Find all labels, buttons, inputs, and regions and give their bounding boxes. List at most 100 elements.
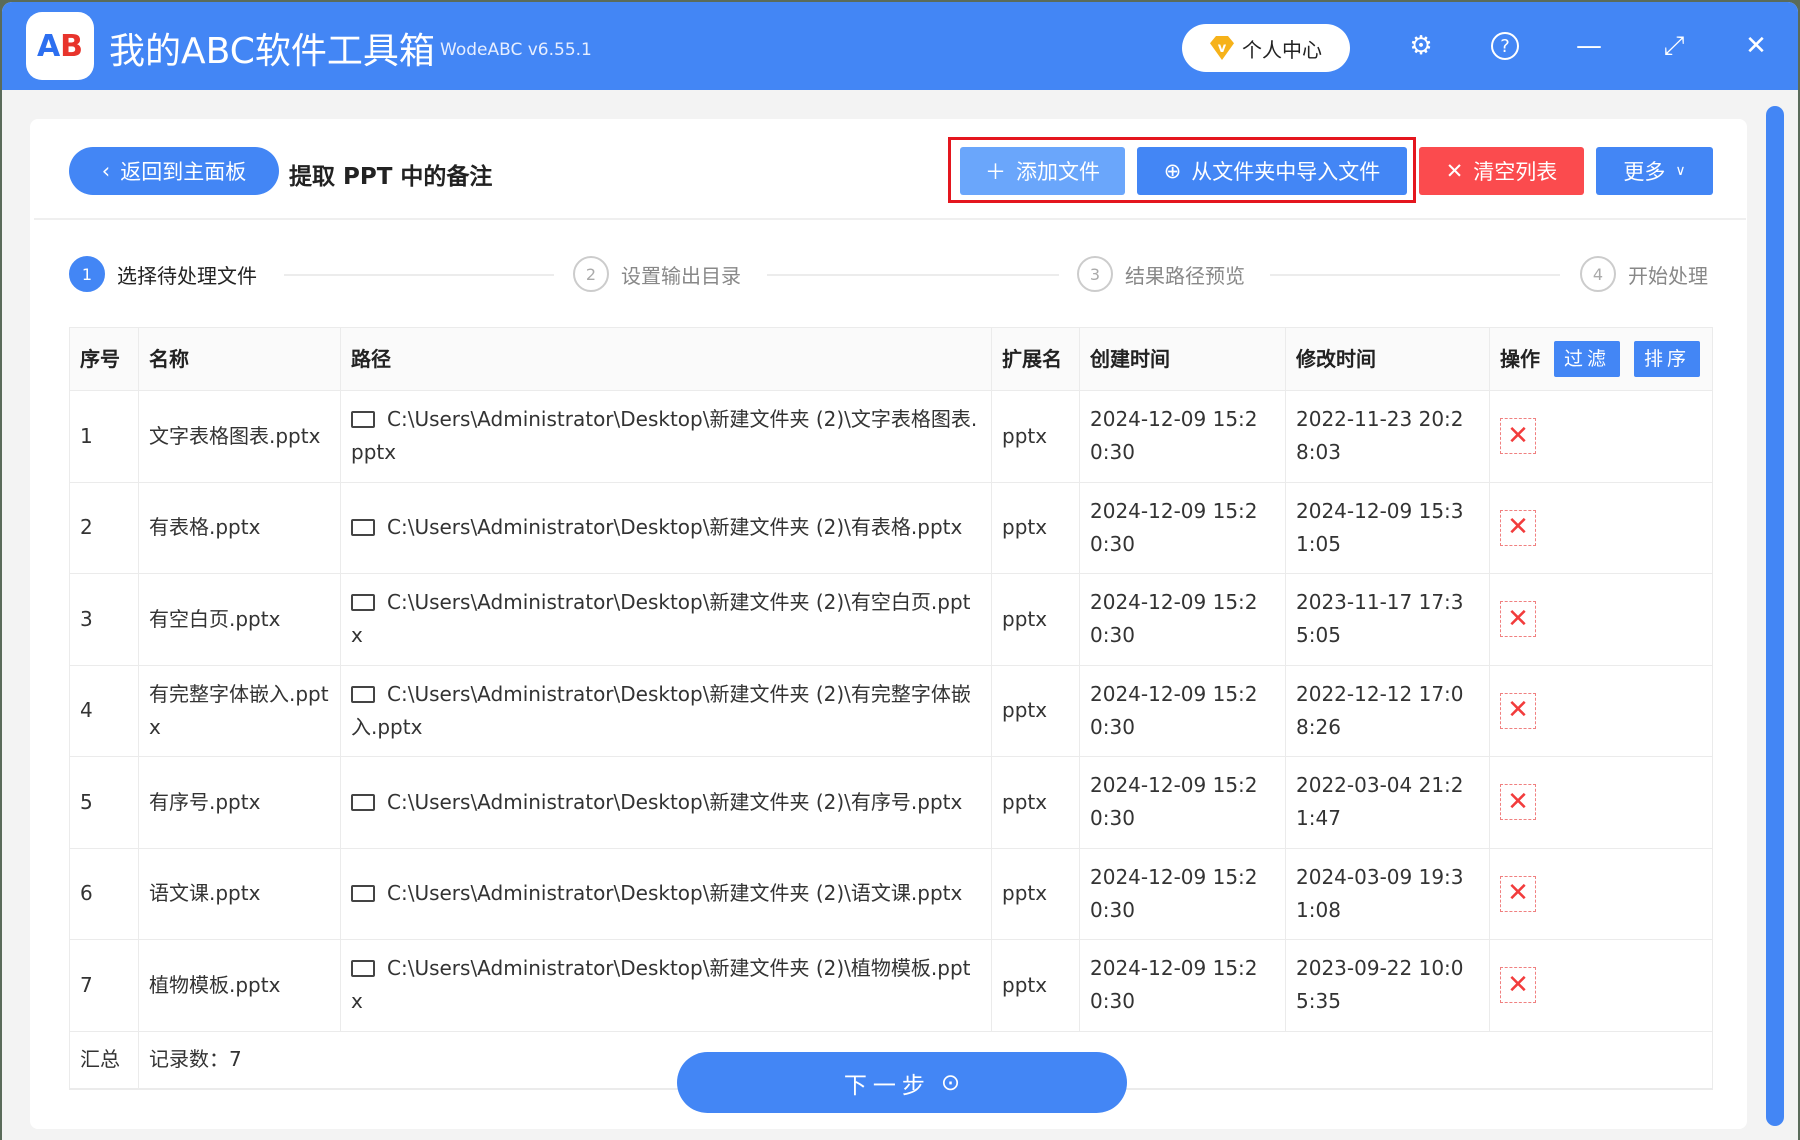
folder-icon[interactable] xyxy=(351,793,375,811)
cell-path-value: C:\Users\Administrator\Desktop\新建文件夹 (2)… xyxy=(387,515,963,540)
arrow-right-circle-icon: ⊙ xyxy=(940,1069,961,1096)
cell-name-text: 有完整字体嵌入.pptx xyxy=(149,678,330,744)
cell-modified-value: 2023-11-17 17:35:05 xyxy=(1296,590,1464,648)
cell-path: C:\Users\Administrator\Desktop\新建文件夹 (2)… xyxy=(341,757,992,848)
cell-modified: 2022-03-04 21:21:47 xyxy=(1286,757,1490,848)
app-logo: AB xyxy=(26,12,94,80)
clear-list-button[interactable]: ✕ 清空列表 xyxy=(1419,147,1584,195)
settings-gear-icon[interactable]: ⚙ xyxy=(1403,28,1439,64)
next-step-button[interactable]: 下一步 ⊙ xyxy=(677,1052,1127,1113)
minimize-icon[interactable]: — xyxy=(1571,28,1607,64)
cell-created-value: 2024-12-09 15:20:30 xyxy=(1090,590,1258,648)
more-dropdown-button[interactable]: 更多 ∨ xyxy=(1596,147,1713,195)
cell-created: 2024-12-09 15:20:30 xyxy=(1080,574,1286,665)
import-folder-button[interactable]: ⊕ 从文件夹中导入文件 xyxy=(1137,147,1407,195)
add-file-button[interactable]: ＋ 添加文件 xyxy=(960,147,1125,195)
cell-actions: ✕ xyxy=(1490,666,1712,757)
delete-row-icon[interactable]: ✕ xyxy=(1500,692,1536,729)
back-to-main-button[interactable]: ‹ 返回到主面板 xyxy=(69,147,279,195)
cell-ext-text: pptx xyxy=(1002,969,1047,1002)
app-window: AB 我的ABC软件工具箱 WodeABC v6.55.1 v 个人中心 ⚙ ? … xyxy=(2,2,1798,1140)
cell-index: 6 xyxy=(70,848,139,939)
folder-icon[interactable] xyxy=(351,411,375,429)
cell-index: 1 xyxy=(70,391,139,482)
cell-index-text: 7 xyxy=(80,969,93,1002)
cell-ext-value: pptx xyxy=(1002,698,1048,723)
cell-path-value: C:\Users\Administrator\Desktop\新建文件夹 (2)… xyxy=(351,407,978,465)
cell-path-text: C:\Users\Administrator\Desktop\新建文件夹 (2)… xyxy=(351,786,962,819)
cell-path-text: C:\Users\Administrator\Desktop\新建文件夹 (2)… xyxy=(351,403,981,469)
cell-name: 有表格.pptx xyxy=(139,482,341,573)
delete-row-icon[interactable]: ✕ xyxy=(1500,784,1536,821)
col-header-ext: 扩展名 xyxy=(992,328,1080,390)
cell-ext: pptx xyxy=(992,940,1080,1031)
cell-ext-text: pptx xyxy=(1002,877,1047,910)
cell-path-text: C:\Users\Administrator\Desktop\新建文件夹 (2)… xyxy=(351,586,981,652)
step-label: 选择待处理文件 xyxy=(117,263,257,288)
cell-actions: ✕ xyxy=(1490,940,1712,1031)
close-icon[interactable]: ✕ xyxy=(1738,28,1774,64)
cell-index-text: 6 xyxy=(80,877,93,910)
cell-ext-text: pptx xyxy=(1002,420,1047,453)
cell-modified-value: 2022-03-04 21:21:47 xyxy=(1296,773,1464,831)
folder-icon[interactable] xyxy=(351,519,375,537)
delete-row-icon[interactable]: ✕ xyxy=(1500,601,1536,638)
cell-created-text: 2024-12-09 15:20:30 xyxy=(1090,495,1275,561)
step-connector xyxy=(1270,274,1560,276)
cell-modified: 2024-03-09 19:31:08 xyxy=(1286,848,1490,939)
cell-modified: 2024-12-09 15:31:05 xyxy=(1286,482,1490,573)
scrollbar[interactable] xyxy=(1766,106,1784,1126)
plus-icon: ＋ xyxy=(985,160,1006,184)
cell-path: C:\Users\Administrator\Desktop\新建文件夹 (2)… xyxy=(341,574,992,665)
folder-icon[interactable] xyxy=(351,685,375,703)
table-row: 1 文字表格图表.pptx C:\Users\Administrator\Deskt… xyxy=(70,391,1712,483)
step-number: 3 xyxy=(1077,256,1113,292)
col-header-created: 创建时间 xyxy=(1080,328,1286,390)
cell-name-value: 有空白页.pptx xyxy=(149,606,281,631)
cell-index-text: 4 xyxy=(80,694,93,727)
delete-row-icon[interactable]: ✕ xyxy=(1500,967,1536,1004)
delete-row-icon[interactable]: ✕ xyxy=(1500,509,1536,546)
cell-modified-value: 2024-12-09 15:31:05 xyxy=(1296,498,1464,556)
delete-row-icon[interactable]: ✕ xyxy=(1500,418,1536,455)
step-label: 开始处理 xyxy=(1628,263,1708,288)
folder-icon[interactable] xyxy=(351,960,375,978)
cell-name-text: 植物模板.pptx xyxy=(149,969,280,1002)
cell-created-value: 2024-12-09 15:20:30 xyxy=(1090,407,1258,465)
cell-name-text: 文字表格图表.pptx xyxy=(149,420,320,453)
maximize-icon[interactable]: ⤢ xyxy=(1656,28,1692,64)
cell-index: 7 xyxy=(70,940,139,1031)
cell-ext-text: pptx xyxy=(1002,511,1047,544)
cell-created-value: 2024-12-09 15:20:30 xyxy=(1090,864,1258,922)
cell-path-text: C:\Users\Administrator\Desktop\新建文件夹 (2)… xyxy=(351,952,981,1018)
filter-button[interactable]: 过滤 xyxy=(1554,341,1621,377)
table-row: 5 有序号.pptx C:\Users\Administrator\Desktop\… xyxy=(70,757,1712,849)
folder-icon[interactable] xyxy=(351,885,375,903)
help-icon[interactable]: ? xyxy=(1487,28,1523,64)
cell-index-value: 6 xyxy=(80,881,93,906)
cell-modified-value: 2022-12-12 17:08:26 xyxy=(1296,681,1464,739)
table-row: 4 有完整字体嵌入.pptx C:\Users\Administrator\Desk… xyxy=(70,665,1712,757)
cell-name: 植物模板.pptx xyxy=(139,940,341,1031)
table-row: 3 有空白页.pptx C:\Users\Administrator\Desktop… xyxy=(70,574,1712,666)
cell-path-value: C:\Users\Administrator\Desktop\新建文件夹 (2)… xyxy=(351,956,971,1014)
user-center-button[interactable]: v 个人中心 xyxy=(1182,24,1350,72)
step-1: 1 选择待处理文件 xyxy=(69,256,257,292)
cell-modified-text: 2022-03-04 21:21:47 xyxy=(1296,769,1479,835)
delete-row-icon[interactable]: ✕ xyxy=(1500,875,1536,912)
app-title: 我的ABC软件工具箱 xyxy=(109,31,435,72)
cell-ext-value: pptx xyxy=(1002,423,1048,448)
cell-modified-text: 2022-11-23 20:28:03 xyxy=(1296,403,1479,469)
cell-created-text: 2024-12-09 15:20:30 xyxy=(1090,769,1275,835)
folder-icon[interactable] xyxy=(351,594,375,612)
cell-ext: pptx xyxy=(992,574,1080,665)
cell-name-text: 语文课.pptx xyxy=(149,877,260,910)
cell-name-value: 有序号.pptx xyxy=(149,789,261,814)
back-label: 返回到主面板 xyxy=(120,160,247,184)
step-2: 2 设置输出目录 xyxy=(573,256,741,292)
sort-button[interactable]: 排序 xyxy=(1634,341,1701,377)
cell-index-value: 2 xyxy=(80,515,93,540)
cell-created-value: 2024-12-09 15:20:30 xyxy=(1090,498,1258,556)
cell-ext-value: pptx xyxy=(1002,881,1048,906)
chevron-left-icon: ‹ xyxy=(101,159,111,183)
